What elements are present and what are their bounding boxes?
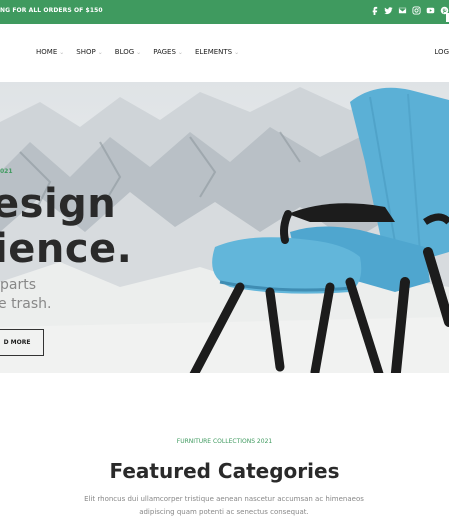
mail-icon[interactable] [398, 6, 407, 15]
twitter-icon[interactable] [384, 6, 393, 15]
nav-item-label: BLOG [114, 48, 135, 56]
nav-item-shop[interactable]: SHOP ⌄ [76, 48, 102, 56]
chevron-down-icon: ⌄ [97, 48, 103, 56]
hero-headline-line1: esign [0, 181, 117, 227]
chevron-down-icon: ⌄ [136, 48, 142, 56]
hero-subtext-line1: parts [0, 277, 37, 293]
login-link[interactable]: LOG [434, 48, 449, 56]
instagram-icon[interactable] [412, 6, 421, 15]
top-bar: NG FOR ALL ORDERS OF $150 [0, 0, 449, 24]
nav-item-label: HOME [36, 48, 58, 56]
nav-item-label: PAGES [153, 48, 176, 56]
nav-item-blog[interactable]: BLOG ⌄ [115, 48, 141, 56]
hero-headline-line2: ience. [0, 226, 133, 272]
featured-description: Elit rhoncus dui ullamcorper tristique a… [84, 495, 364, 516]
nav-item-home[interactable]: HOME ⌄ [36, 48, 64, 56]
lounge-chair-image [189, 87, 449, 373]
nav-menu: HOME ⌄ SHOP ⌄ BLOG ⌄ PAGES ⌄ ELEMENTS ⌄ [36, 48, 239, 56]
nav-item-label: SHOP [76, 48, 96, 56]
promo-text: NG FOR ALL ORDERS OF $150 [0, 7, 103, 14]
youtube-icon[interactable] [426, 6, 435, 15]
nav-item-pages[interactable]: PAGES ⌄ [153, 48, 183, 56]
chevron-down-icon: ⌄ [59, 48, 65, 56]
nav-item-elements[interactable]: ELEMENTS ⌄ [195, 48, 239, 56]
read-more-button[interactable]: D MORE [0, 329, 44, 356]
main-nav: HOME ⌄ SHOP ⌄ BLOG ⌄ PAGES ⌄ ELEMENTS ⌄ … [0, 24, 449, 82]
nav-item-label: ELEMENTS [194, 48, 233, 56]
featured-title: Featured Categories [109, 459, 340, 483]
hero-slider: 021 esign ience. parts e trash. D MORE [0, 82, 449, 373]
chevron-down-icon: ⌄ [177, 48, 183, 56]
chevron-down-icon: ⌄ [234, 48, 240, 56]
facebook-icon[interactable] [370, 6, 379, 15]
hero-eyebrow: 021 [0, 168, 13, 175]
hero-subtext-line2: e trash. [0, 296, 52, 312]
social-links [370, 6, 449, 22]
featured-subtitle: FURNITURE COLLECTIONS 2021 [176, 438, 273, 445]
